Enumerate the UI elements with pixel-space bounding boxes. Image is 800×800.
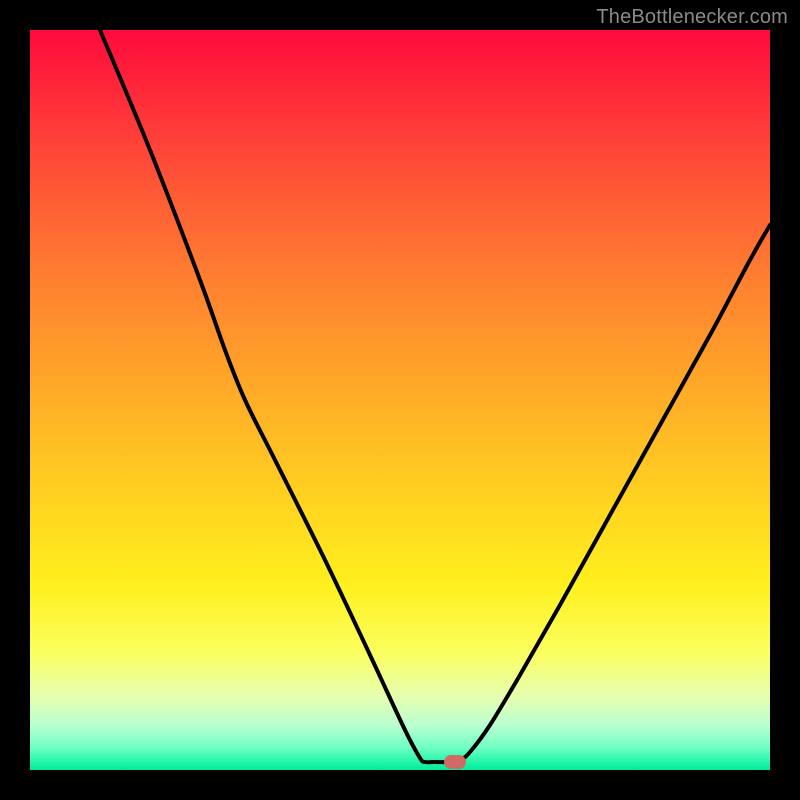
bottleneck-curve (30, 30, 770, 770)
watermark-text: TheBottlenecker.com (596, 6, 788, 29)
chart-frame: TheBottlenecker.com (0, 0, 800, 800)
plot-area (30, 30, 770, 770)
optimal-marker (444, 755, 466, 769)
